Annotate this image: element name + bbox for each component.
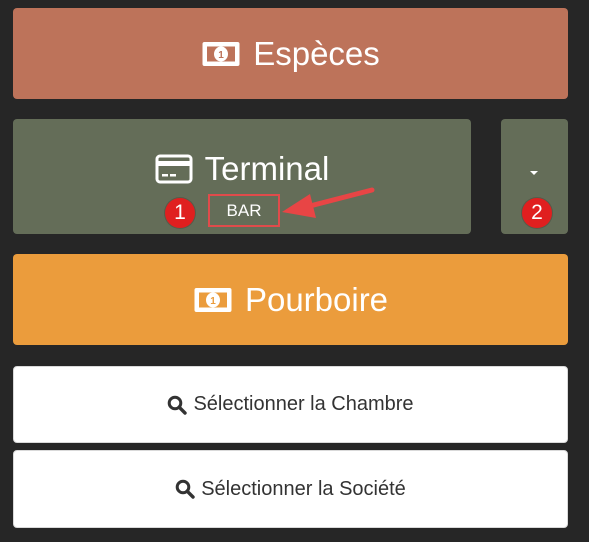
annotation-badge-1: 1 <box>165 198 195 228</box>
select-societe-label: Sélectionner la Société <box>201 477 406 500</box>
especes-content: 1 Espèces <box>201 37 380 70</box>
select-chambre-label: Sélectionner la Chambre <box>193 393 414 415</box>
terminal-label: Terminal <box>204 150 330 187</box>
annotation-badge-2: 2 <box>522 198 552 228</box>
caret-down-icon <box>530 171 538 175</box>
select-chambre-content: Sélectionner la Chambre <box>167 393 414 416</box>
money-bill-icon: 1 <box>201 40 241 68</box>
terminal-sublabel: BAR <box>208 194 280 227</box>
pourboire-button[interactable]: 1 Pourboire <box>13 254 568 345</box>
select-societe-content: Sélectionner la Société <box>175 478 406 501</box>
terminal-button[interactable]: Terminal BAR <box>13 119 471 234</box>
especes-button[interactable]: 1 Espèces <box>13 8 568 99</box>
annotation-arrow-icon <box>282 187 375 218</box>
terminal-title: Terminal <box>13 152 471 185</box>
pourboire-content: 1 Pourboire <box>193 283 388 316</box>
pourboire-label: Pourboire <box>244 281 389 318</box>
select-societe-button[interactable]: Sélectionner la Société <box>13 450 568 528</box>
svg-text:1: 1 <box>218 50 224 61</box>
credit-card-icon <box>155 154 193 184</box>
select-chambre-button[interactable]: Sélectionner la Chambre <box>13 366 568 443</box>
svg-text:1: 1 <box>210 296 216 307</box>
money-bill-icon: 1 <box>193 286 233 314</box>
search-icon <box>167 395 188 415</box>
especes-label: Espèces <box>253 35 380 72</box>
search-icon <box>175 479 195 499</box>
